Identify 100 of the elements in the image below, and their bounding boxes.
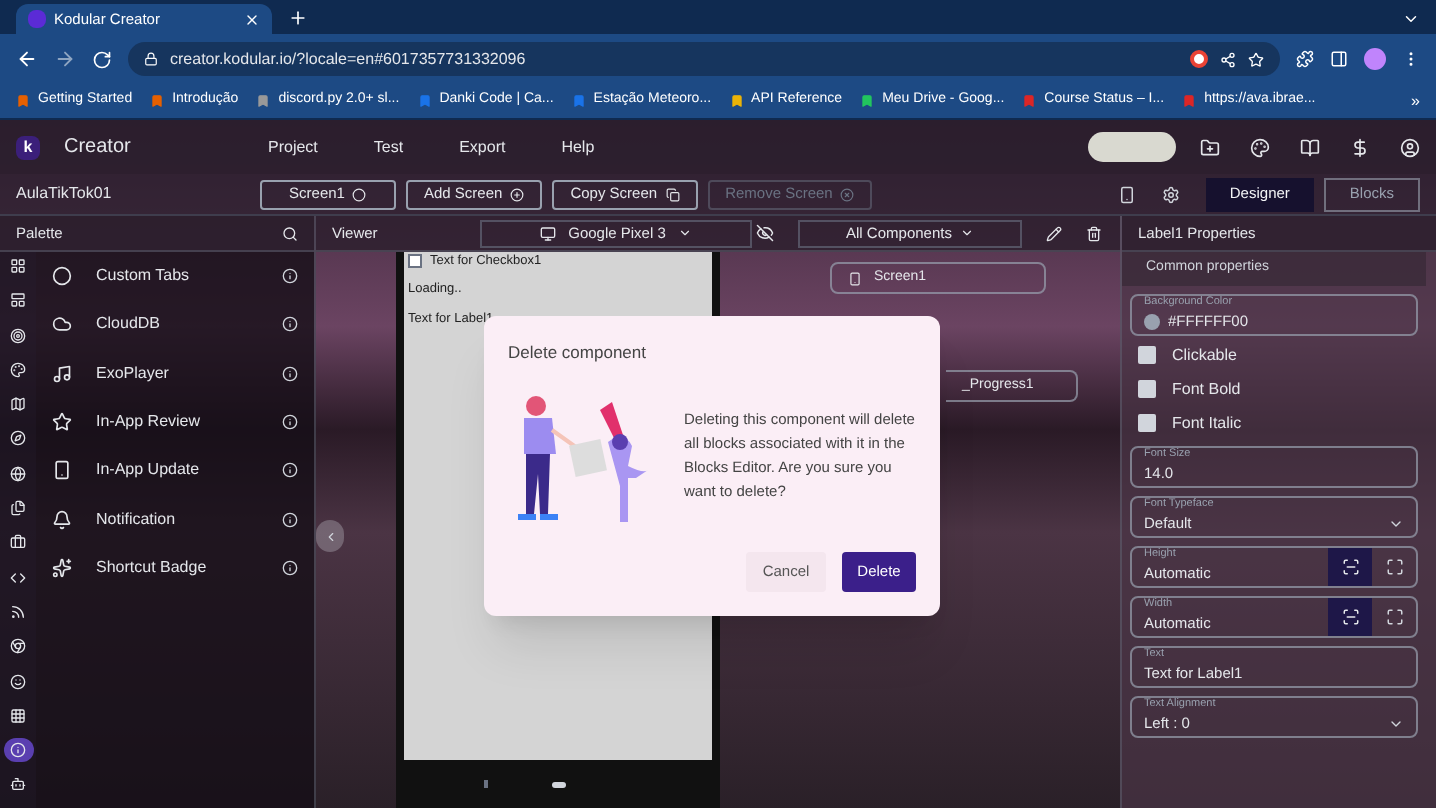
palette-item-label: Shortcut Badge: [96, 555, 209, 580]
bookmark-favicon-icon: [417, 94, 432, 108]
smile-icon: [10, 673, 26, 690]
map-icon: [10, 396, 26, 413]
menu-item[interactable]: Project: [268, 135, 318, 159]
new-tab-icon[interactable]: [288, 8, 308, 28]
palette-icon[interactable]: [1250, 137, 1270, 157]
bookmark-favicon-icon: [256, 94, 271, 108]
back-icon[interactable]: [16, 48, 38, 70]
checkbox[interactable]: [1138, 346, 1156, 364]
category-button[interactable]: [3, 738, 33, 763]
globe-icon: [10, 465, 26, 482]
layout-icon: [10, 292, 26, 309]
checkbox[interactable]: [1138, 414, 1156, 432]
status-pill[interactable]: [1088, 132, 1176, 162]
checkbox[interactable]: [408, 254, 422, 268]
robot-icon: [10, 776, 26, 793]
info-icon[interactable]: [282, 559, 298, 576]
phone-preview-icon[interactable]: [1117, 185, 1136, 203]
palette-item-label: ExoPlayer: [96, 361, 171, 386]
bell-icon: [52, 509, 72, 530]
info-icon[interactable]: [282, 316, 298, 333]
checkbox-label: Font Bold: [1172, 377, 1241, 401]
palette-item[interactable]: In-App Review: [36, 397, 314, 447]
account-icon[interactable]: [1400, 137, 1420, 157]
palette-item-label: CloudDB: [96, 312, 163, 337]
rss-icon: [10, 603, 26, 620]
reload-icon[interactable]: [92, 49, 112, 69]
compass-icon: [10, 430, 26, 447]
palette-item[interactable]: Notification: [36, 494, 314, 544]
copy-icon: [665, 187, 680, 201]
info-icon[interactable]: [282, 414, 298, 431]
phone-icon: [52, 460, 72, 481]
star-icon: [52, 412, 72, 433]
info-icon[interactable]: [282, 365, 298, 382]
checkbox-label: Font Italic: [1172, 411, 1242, 435]
extensions-icon[interactable]: [1296, 50, 1314, 68]
bookmark-favicon-icon: [860, 94, 875, 108]
automatic-size-button[interactable]: [1328, 548, 1372, 586]
bookmark-favicon-icon: [16, 94, 30, 108]
color-swatch-icon: [1144, 313, 1160, 329]
bookmark-favicon-icon: [1182, 94, 1197, 108]
address-field[interactable]: creator.kodular.io/?locale=en#6017357731332096: [128, 42, 1280, 76]
expand-icon: [1385, 558, 1403, 576]
chevron-down-icon[interactable]: [1402, 10, 1420, 28]
url-text: creator.kodular.io/?locale=en#6017357731332096: [170, 47, 528, 71]
edit-icon[interactable]: [1046, 225, 1062, 241]
app-logo: k: [16, 135, 40, 159]
profile-avatar[interactable]: [1364, 48, 1386, 70]
collapse-handle[interactable]: [316, 520, 344, 552]
lock-icon: [144, 52, 158, 66]
palette-item-label: Notification: [96, 507, 178, 532]
book-icon[interactable]: [1300, 137, 1320, 157]
bookmark-favicon-icon: [1022, 94, 1037, 108]
kodular-logo-icon: [28, 10, 46, 28]
code-icon: [10, 569, 26, 586]
automatic-size-button[interactable]: [1328, 598, 1372, 636]
dialog-title: Delete component: [508, 340, 648, 366]
search-icon[interactable]: [282, 225, 298, 241]
bookmark-favicon-icon: [150, 94, 165, 108]
music-icon: [52, 363, 72, 384]
star-icon[interactable]: [1248, 51, 1264, 67]
hide-icon[interactable]: [756, 224, 774, 242]
checkbox[interactable]: [1138, 380, 1156, 398]
close-icon[interactable]: [244, 11, 260, 27]
palette-item[interactable]: CloudDB: [36, 300, 314, 350]
palette-item-label: Custom Tabs: [96, 264, 192, 289]
info-icon[interactable]: [282, 511, 298, 528]
palette-item[interactable]: Custom Tabs: [36, 252, 314, 301]
bookmark-favicon-icon: [571, 94, 586, 108]
bookmark-favicon-icon: [729, 94, 744, 108]
info-icon[interactable]: [282, 462, 298, 479]
info-icon: [10, 742, 26, 759]
phone-icon: [848, 271, 862, 285]
settings-icon[interactable]: [1161, 185, 1180, 203]
menu-item[interactable]: Export: [459, 135, 506, 159]
dollar-icon[interactable]: [1350, 137, 1370, 157]
palette-item[interactable]: Shortcut Badge: [36, 543, 314, 593]
side-panel-icon[interactable]: [1330, 50, 1348, 68]
circle-icon: [52, 266, 72, 287]
more-bookmarks[interactable]: »: [1411, 89, 1420, 113]
project-name: AulaTikTok01: [16, 182, 114, 206]
folder-icon[interactable]: [1200, 137, 1220, 157]
palette-item[interactable]: In-App Update: [36, 446, 314, 495]
checkbox-label: Clickable: [1172, 343, 1237, 367]
cloud-icon: [52, 314, 72, 335]
home-nav-icon[interactable]: [551, 781, 565, 787]
chevron-down-icon: [677, 226, 692, 240]
circle-icon: [352, 187, 367, 201]
app-title: Creator: [64, 134, 133, 162]
delete-icon[interactable]: [1086, 225, 1102, 241]
close-circle-icon: [840, 187, 855, 201]
grid-icon: [10, 258, 26, 274]
info-icon[interactable]: [282, 268, 298, 285]
menu-item[interactable]: Test: [373, 135, 404, 159]
share-icon[interactable]: [1220, 51, 1236, 67]
focus-icon: [1341, 558, 1359, 576]
menu-item[interactable]: Help: [561, 135, 595, 159]
palette-item[interactable]: ExoPlayer: [36, 349, 314, 398]
palette-icon: [10, 361, 26, 378]
